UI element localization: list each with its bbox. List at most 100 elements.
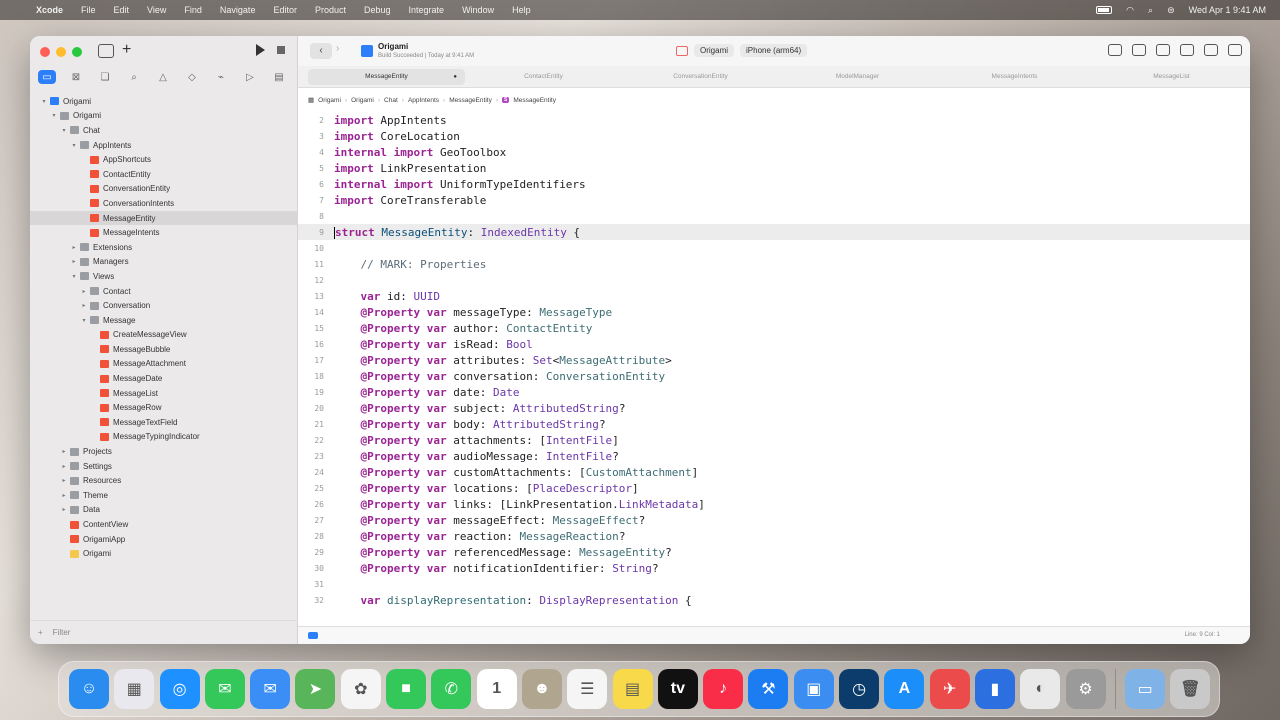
tree-item[interactable]: ▸ Resources <box>30 473 298 488</box>
tree-item[interactable]: ContactEntity <box>30 167 298 182</box>
code-line[interactable]: 18 @Property var conversation: Conversat… <box>298 368 1250 384</box>
compass-icon[interactable]: ◐ <box>1020 669 1061 709</box>
tree-item[interactable]: Origami <box>30 546 298 561</box>
code-line[interactable]: 27 @Property var messageEffect: MessageE… <box>298 512 1250 528</box>
tree-item[interactable]: ▾ AppIntents <box>30 138 298 153</box>
editor-options-icon[interactable] <box>1132 44 1146 56</box>
menu-product[interactable]: Product <box>315 5 346 15</box>
menu-clock[interactable]: Wed Apr 1 9:41 AM <box>1189 5 1266 15</box>
code-line[interactable]: 24 @Property var customAttachments: [Cus… <box>298 464 1250 480</box>
launchpad-icon[interactable]: ▦ <box>114 669 155 709</box>
issue-navigator-icon[interactable]: △ <box>154 70 172 84</box>
code-line[interactable]: 30 @Property var notificationIdentifier:… <box>298 560 1250 576</box>
close-button[interactable] <box>40 47 50 57</box>
disclosure-closed-icon[interactable]: ▸ <box>60 448 68 455</box>
minimize-button[interactable] <box>56 47 66 57</box>
adjust-icon[interactable] <box>1204 44 1218 56</box>
disclosure-closed-icon[interactable]: ▸ <box>70 258 78 265</box>
disclosure-open-icon[interactable]: ▾ <box>50 112 58 119</box>
test-navigator-icon[interactable]: ◇ <box>183 70 201 84</box>
code-line[interactable]: 8 <box>298 208 1250 224</box>
safari-icon[interactable]: ◎ <box>159 669 200 709</box>
code-line[interactable]: 2 import AppIntents <box>298 112 1250 128</box>
debug-area-toggle-icon[interactable] <box>308 632 318 639</box>
menu-file[interactable]: File <box>81 5 96 15</box>
breakpoint-navigator-icon[interactable]: ▷ <box>241 70 259 84</box>
phone-icon[interactable]: ✆ <box>431 669 472 709</box>
debug-navigator-icon[interactable]: ⌁ <box>212 70 230 84</box>
stop-icon[interactable] <box>277 46 285 54</box>
code-line[interactable]: 28 @Property var reaction: MessageReacti… <box>298 528 1250 544</box>
disclosure-closed-icon[interactable]: ▸ <box>60 506 68 513</box>
zoom-button[interactable] <box>72 47 82 57</box>
find-navigator-icon[interactable]: ⌕ <box>125 70 143 84</box>
code-line[interactable]: 5 import LinkPresentation <box>298 160 1250 176</box>
code-line[interactable]: 11 // MARK: Properties <box>298 256 1250 272</box>
instruments-icon[interactable]: ◷ <box>839 669 880 709</box>
code-line[interactable]: 26 @Property var links: [LinkPresentatio… <box>298 496 1250 512</box>
breadcrumb-item[interactable]: Origami <box>318 97 341 104</box>
music-icon[interactable]: ♪ <box>703 669 744 709</box>
menu-editor[interactable]: Editor <box>273 5 297 15</box>
add-icon[interactable]: + <box>122 41 131 59</box>
code-line[interactable]: 12 <box>298 272 1250 288</box>
tree-item[interactable]: MessageIntents <box>30 225 298 240</box>
disclosure-closed-icon[interactable]: ▸ <box>60 492 68 499</box>
finder-icon[interactable]: ☺ <box>69 669 109 709</box>
battery-icon[interactable] <box>1096 6 1113 14</box>
menu-integrate[interactable]: Integrate <box>409 5 445 15</box>
tree-item[interactable]: ▸ Theme <box>30 488 298 503</box>
code-line[interactable]: 21 @Property var body: AttributedString? <box>298 416 1250 432</box>
add-file-icon[interactable]: + <box>38 628 43 637</box>
canvas-icon[interactable] <box>1156 44 1170 56</box>
code-line[interactable]: 31 <box>298 576 1250 592</box>
sidebar-toggle-icon[interactable] <box>98 44 114 58</box>
code-line[interactable]: 16 @Property var isRead: Bool <box>298 336 1250 352</box>
code-line[interactable]: 25 @Property var locations: [PlaceDescri… <box>298 480 1250 496</box>
tree-item[interactable]: ▸ Contact <box>30 284 298 299</box>
library-icon[interactable] <box>1108 44 1122 56</box>
code-line[interactable]: 32 var displayRepresentation: DisplayRep… <box>298 592 1250 608</box>
disclosure-open-icon[interactable]: ▾ <box>60 127 68 134</box>
menu-app-name[interactable]: Xcode <box>36 5 63 15</box>
project-navigator-icon[interactable]: ▭ <box>38 70 56 84</box>
disclosure-open-icon[interactable]: ▾ <box>40 98 48 105</box>
code-line[interactable]: 19 @Property var date: Date <box>298 384 1250 400</box>
code-line[interactable]: 22 @Property var attachments: [IntentFil… <box>298 432 1250 448</box>
tree-item[interactable]: ▾ Views <box>30 269 298 284</box>
tree-item[interactable]: MessageEntity <box>30 210 298 226</box>
disclosure-closed-icon[interactable]: ▸ <box>60 463 68 470</box>
disclosure-closed-icon[interactable]: ▸ <box>80 288 88 295</box>
facetime-icon[interactable]: ■ <box>386 669 427 709</box>
report-navigator-icon[interactable]: ▤ <box>270 70 288 84</box>
system-settings-icon[interactable]: ⚙ <box>1065 669 1106 709</box>
tree-item[interactable]: AppShortcuts <box>30 152 298 167</box>
code-line[interactable]: 20 @Property var subject: AttributedStri… <box>298 400 1250 416</box>
disclosure-open-icon[interactable]: ▾ <box>70 142 78 149</box>
run-icon[interactable] <box>256 44 265 56</box>
code-line[interactable]: 15 @Property var author: ContactEntity <box>298 320 1250 336</box>
tv-icon[interactable]: tv <box>657 669 698 709</box>
menu-find[interactable]: Find <box>184 5 202 15</box>
menu-edit[interactable]: Edit <box>114 5 130 15</box>
tree-item[interactable]: ▾ Origami <box>30 94 298 109</box>
downloads-icon[interactable]: ▭ <box>1125 669 1166 709</box>
menu-window[interactable]: Window <box>462 5 494 15</box>
reminders-icon[interactable]: ☰ <box>567 669 608 709</box>
tree-item[interactable]: ConversationEntity <box>30 182 298 197</box>
code-line[interactable]: 14 @Property var messageType: MessageTyp… <box>298 304 1250 320</box>
tab-contact-entity[interactable]: ContactEntity <box>465 69 622 85</box>
disclosure-open-icon[interactable]: ▾ <box>70 273 78 280</box>
messages-icon[interactable]: ✉ <box>204 669 245 709</box>
calendar-icon[interactable]: 1 <box>476 669 517 709</box>
scheme-button[interactable]: Origami <box>694 44 735 57</box>
disclosure-closed-icon[interactable]: ▸ <box>80 302 88 309</box>
tree-item[interactable]: ▸ Data <box>30 503 298 518</box>
tree-item[interactable]: MessageDate <box>30 371 298 386</box>
code-line[interactable]: 13 var id: UUID <box>298 288 1250 304</box>
search-icon[interactable]: ⌕ <box>1148 5 1153 16</box>
tree-item[interactable]: ▸ Managers <box>30 255 298 270</box>
tree-item[interactable]: CreateMessageView <box>30 328 298 343</box>
code-line[interactable]: 7 import CoreTransferable <box>298 192 1250 208</box>
tab-close-icon[interactable]: ● <box>453 69 457 85</box>
